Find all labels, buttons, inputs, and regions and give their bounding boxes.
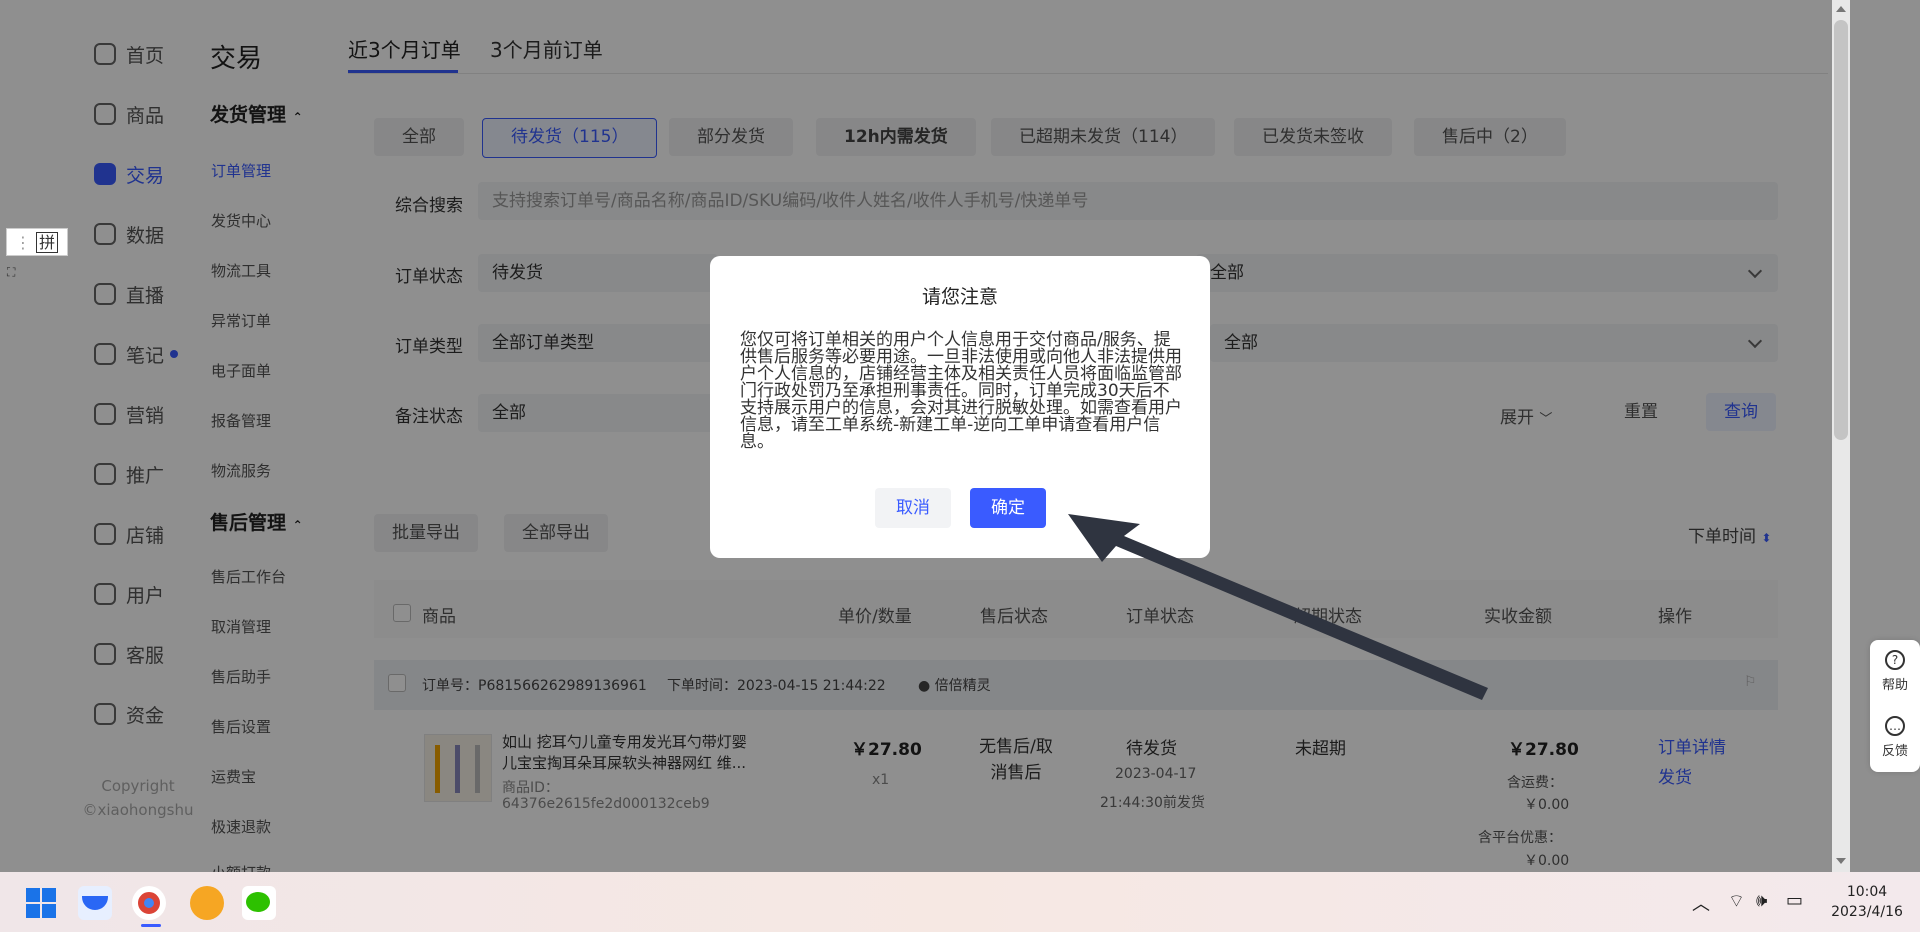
windows-start-icon[interactable] [24,886,58,920]
app-orange-icon[interactable] [190,886,224,920]
tray-chevron-up-icon[interactable]: ︿ [1692,890,1710,916]
wifi-icon[interactable]: ⌔ [1728,890,1745,913]
app-window: 首页 商品 交易 数据 直播 笔记 营销 推广 店铺 用户 客服 资金 Copy… [0,0,1920,872]
arrow-icon [1068,514,1488,700]
annotation-arrow [1068,514,1488,700]
wechat-icon[interactable] [242,886,276,920]
chrome-icon[interactable] [132,886,166,920]
taskbar: ︿ ⌔ 🕪 ▭ 10:04 2023/4/16 [0,872,1920,932]
app-bird-icon[interactable] [78,886,112,920]
clock-date: 2023/4/16 [1831,904,1903,920]
battery-icon[interactable]: ▭ [1786,890,1803,911]
volume-icon[interactable]: 🕪 [1756,890,1767,911]
taskbar-clock[interactable]: 10:04 2023/4/16 [1822,882,1912,922]
clock-time: 10:04 [1846,884,1888,900]
active-app-indicator [141,924,161,927]
